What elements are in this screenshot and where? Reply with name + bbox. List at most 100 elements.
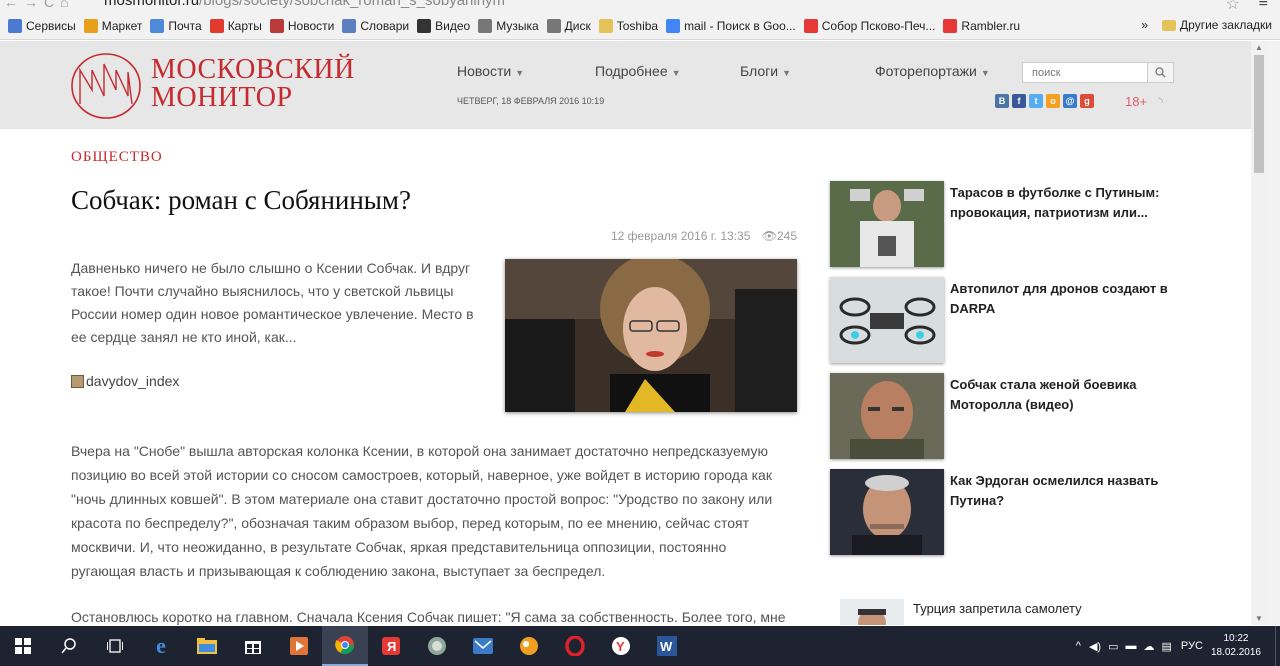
- folder-icon: [598, 18, 613, 33]
- volume-icon[interactable]: ◀): [1089, 640, 1101, 653]
- section-label[interactable]: ОБЩЕСТВО: [71, 149, 163, 166]
- app-button-2[interactable]: [506, 626, 552, 666]
- bookmark-item[interactable]: Сервисы: [8, 18, 76, 33]
- tray-overflow-icon[interactable]: ^: [1076, 640, 1081, 652]
- opera-button[interactable]: [552, 626, 598, 666]
- chrome-button[interactable]: [322, 626, 368, 666]
- bookmark-label: Музыка: [496, 18, 539, 33]
- logo-line1: МОСКОВСКИЙ: [151, 54, 355, 85]
- author-link[interactable]: davydov_index: [71, 373, 179, 389]
- bookmark-item[interactable]: Музыка: [478, 18, 539, 33]
- yandex-button[interactable]: Я: [368, 626, 414, 666]
- social-links: В f t o @ g: [995, 94, 1094, 108]
- bookmark-star-icon[interactable]: ☆: [1226, 0, 1240, 12]
- scroll-up-icon[interactable]: ▲: [1255, 43, 1263, 52]
- word-button[interactable]: W: [644, 626, 690, 666]
- page-scrollbar[interactable]: ▲ ▼: [1251, 41, 1267, 625]
- bookmark-item[interactable]: Диск: [546, 18, 591, 33]
- sidebar-item[interactable]: Тарасов в футболке с Путиным: провокация…: [830, 181, 1170, 269]
- sidebar-thumb: [840, 599, 904, 625]
- bookmark-item[interactable]: Toshiba: [598, 18, 658, 33]
- task-view-button[interactable]: [92, 626, 138, 666]
- url-field[interactable]: mosmonitor.ru/blogs/society/sobchak_roma…: [104, 0, 505, 9]
- folder-icon: [197, 638, 217, 654]
- word-icon: W: [657, 636, 677, 656]
- odnoklassniki-icon[interactable]: o: [1046, 94, 1060, 108]
- scroll-down-icon[interactable]: ▼: [1255, 614, 1263, 623]
- edge-button[interactable]: e: [138, 626, 184, 666]
- mail-icon: [473, 638, 493, 654]
- bookmark-item[interactable]: mail - Поиск в Goo...: [666, 18, 796, 33]
- bookmark-label: Новости: [287, 18, 335, 33]
- sidebar-item[interactable]: Собчак стала женой боевика Моторолла (ви…: [830, 373, 1170, 461]
- header-date: ЧЕТВЕРГ, 18 ФЕВРАЛЯ 2016 10:19: [457, 96, 605, 106]
- article-photo[interactable]: [505, 259, 797, 412]
- media-player-button[interactable]: [276, 626, 322, 666]
- nav-details[interactable]: Подробнее ▼: [595, 63, 681, 79]
- article-meta: 12 февраля 2016 г. 13:35 👁245: [611, 229, 797, 243]
- bookmark-label: Диск: [564, 18, 591, 33]
- bookmark-item[interactable]: Видео: [417, 18, 470, 33]
- search-button[interactable]: [1147, 63, 1173, 82]
- mailru-icon[interactable]: @: [1063, 94, 1077, 108]
- bookmark-label: mail - Поиск в Goo...: [684, 18, 796, 33]
- googleplus-icon[interactable]: g: [1080, 94, 1094, 108]
- logo-emblem[interactable]: [70, 52, 142, 120]
- sidebar-item[interactable]: Как Эрдоган осмелился назвать Путина?: [830, 469, 1170, 557]
- clock[interactable]: 10:22 18.02.2016: [1211, 632, 1261, 660]
- logo-text[interactable]: МОСКОВСКИЙ МОНИТОР: [151, 56, 355, 112]
- bookmark-item[interactable]: Почта: [150, 18, 202, 33]
- language-indicator[interactable]: РУС: [1181, 640, 1203, 652]
- nav-blogs[interactable]: Блоги ▼: [740, 63, 791, 79]
- browser-menu-icon[interactable]: ≡: [1259, 0, 1268, 12]
- sidebar-item[interactable]: Автопилот для дронов создают в DARPA: [830, 277, 1170, 365]
- article-paragraph-1: Вчера на "Снобе" вышла авторская колонка…: [71, 443, 773, 579]
- rss-icon[interactable]: ◝: [1158, 94, 1163, 110]
- url-path: /blogs/society/sobchak_roman_s_sobyaniny…: [199, 0, 506, 9]
- chevron-down-icon: ▼: [980, 68, 990, 78]
- notification-icon[interactable]: ▤: [1162, 640, 1172, 653]
- bookmark-item[interactable]: Маркет: [83, 18, 143, 33]
- sidebar-title: Как Эрдоган осмелился назвать Путина?: [950, 473, 1159, 508]
- start-button[interactable]: [0, 626, 46, 666]
- bookmark-label: Почта: [168, 18, 202, 33]
- facebook-icon[interactable]: f: [1012, 94, 1026, 108]
- sidebar-title: Турция запретила самолету: [913, 601, 1082, 616]
- bookmark-item[interactable]: Собор Псково-Печ...: [803, 18, 935, 33]
- bookmarks-more-button[interactable]: »: [1141, 18, 1148, 32]
- mail-icon: [150, 18, 165, 33]
- sidebar-title: Автопилот для дронов создают в DARPA: [950, 281, 1168, 316]
- windows-logo-icon: [15, 638, 31, 654]
- eye-icon: 👁: [761, 229, 777, 243]
- market-icon: [83, 18, 98, 33]
- apps-icon: [8, 18, 22, 33]
- onedrive-icon[interactable]: ☁: [1144, 640, 1155, 653]
- bookmark-item[interactable]: Карты: [209, 18, 262, 33]
- battery-icon[interactable]: ▬: [1126, 640, 1137, 652]
- scroll-thumb[interactable]: [1254, 55, 1264, 173]
- app-icon: [520, 637, 538, 655]
- search-button[interactable]: [46, 626, 92, 666]
- nav-news[interactable]: Новости ▼: [457, 63, 524, 79]
- explorer-button[interactable]: [184, 626, 230, 666]
- vk-icon[interactable]: В: [995, 94, 1009, 108]
- browser-nav-icons[interactable]: ←→C⌂: [4, 0, 75, 10]
- yandex-browser-button[interactable]: Y: [598, 626, 644, 666]
- store-button[interactable]: [230, 626, 276, 666]
- show-desktop-button[interactable]: [1275, 626, 1280, 666]
- other-bookmarks[interactable]: Другие закладки: [1180, 18, 1272, 32]
- search-input[interactable]: [1023, 63, 1147, 82]
- bookmark-item[interactable]: Rambler.ru: [943, 18, 1020, 33]
- svg-text:Я: Я: [387, 639, 396, 654]
- mail-app-button[interactable]: [460, 626, 506, 666]
- bookmark-item[interactable]: Словари: [342, 18, 409, 33]
- search-icon: [61, 638, 76, 654]
- svg-text:W: W: [660, 639, 673, 654]
- yandex-icon: [803, 18, 818, 33]
- twitter-icon[interactable]: t: [1029, 94, 1043, 108]
- bookmark-label: Маркет: [101, 18, 143, 33]
- app-button[interactable]: [414, 626, 460, 666]
- bookmark-item[interactable]: Новости: [269, 18, 335, 33]
- nav-photo-reports[interactable]: Фоторепортажи ▼: [875, 63, 990, 79]
- network-icon[interactable]: ▭: [1108, 640, 1118, 653]
